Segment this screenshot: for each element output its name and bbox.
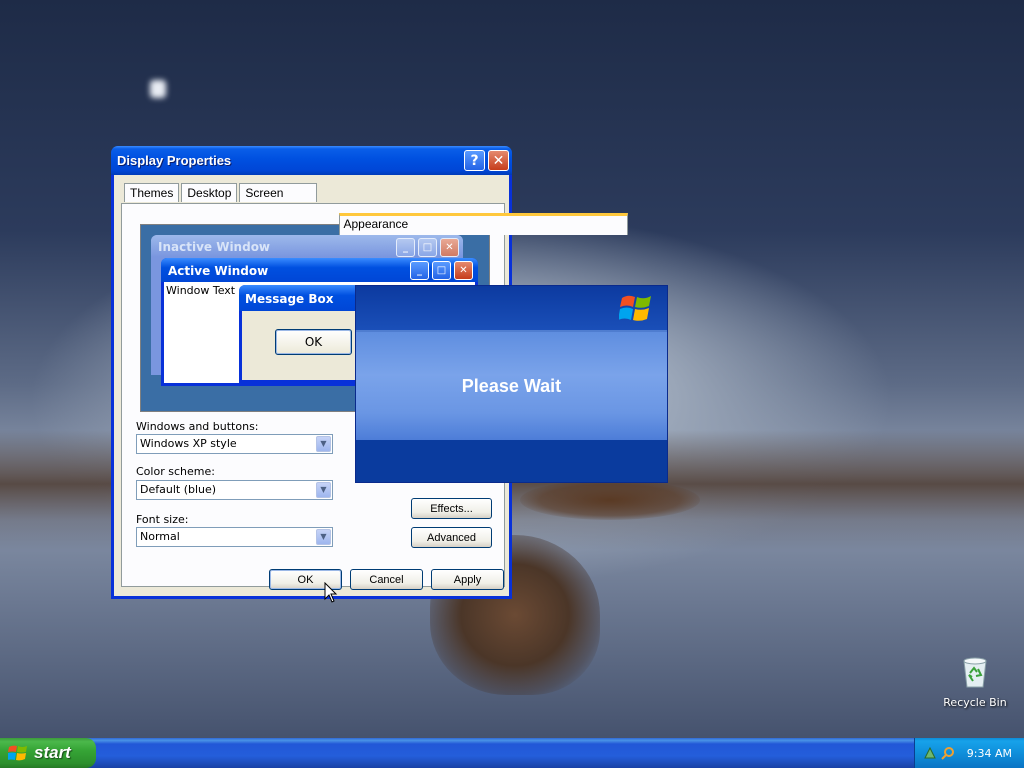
clock[interactable]: 9:34 AM — [967, 747, 1012, 760]
please-wait-text: Please Wait — [461, 375, 562, 396]
windows-buttons-select[interactable]: Windows XP style ▼ — [136, 434, 333, 454]
splash-footer — [356, 440, 667, 482]
maximize-icon: □ — [432, 261, 451, 280]
preview-inactive-title: Inactive Window — [158, 240, 271, 254]
preview-window-text: Window Text — [166, 284, 236, 297]
maximize-icon: □ — [418, 238, 437, 257]
effects-button[interactable]: Effects... — [411, 498, 492, 519]
close-icon: ✕ — [492, 152, 505, 169]
minimize-icon: _ — [396, 238, 415, 257]
windows-buttons-value: Windows XP style — [140, 437, 237, 450]
network-icon[interactable] — [923, 746, 937, 760]
windows-logo-icon — [619, 295, 651, 321]
recycle-bin[interactable]: Recycle Bin — [940, 655, 1010, 709]
apply-button[interactable]: Apply — [431, 569, 504, 590]
close-icon: ✕ — [440, 238, 459, 257]
start-label: start — [34, 743, 71, 762]
tab-desktop[interactable]: Desktop — [181, 183, 238, 202]
color-scheme-label: Color scheme: — [136, 465, 215, 478]
preview-active-title: Active Window — [168, 264, 269, 278]
font-size-label: Font size: — [136, 513, 189, 526]
advanced-button[interactable]: Advanced — [411, 527, 492, 548]
wallpaper-island — [520, 480, 700, 520]
color-scheme-select[interactable]: Default (blue) ▼ — [136, 480, 333, 500]
tab-screen-saver[interactable]: Screen Saver — [239, 183, 318, 219]
title-bar[interactable]: Display Properties ? ✕ — [111, 146, 512, 175]
tab-appearance[interactable]: Appearance — [339, 213, 629, 235]
search-icon[interactable] — [941, 746, 955, 760]
windows-buttons-label: Windows and buttons: — [136, 420, 259, 433]
splash-body: Please Wait — [356, 332, 667, 440]
recycle-bin-label: Recycle Bin — [943, 696, 1007, 709]
help-button[interactable]: ? — [464, 150, 485, 171]
recycle-bin-icon — [963, 657, 987, 688]
tab-strip: Themes Desktop Screen Saver Appearance — [124, 183, 629, 235]
tab-themes[interactable]: Themes — [124, 183, 180, 202]
minimize-icon: _ — [410, 261, 429, 280]
taskbar: start 9:34 AM — [0, 738, 1024, 768]
splash-header — [356, 286, 667, 332]
windows-logo-icon — [8, 745, 27, 761]
window-title: Display Properties — [117, 153, 232, 168]
preview-ok-button: OK — [275, 329, 352, 355]
color-scheme-value: Default (blue) — [140, 483, 217, 496]
chevron-down-icon[interactable]: ▼ — [316, 436, 331, 452]
help-icon: ? — [470, 152, 479, 169]
font-size-value: Normal — [140, 530, 180, 543]
system-tray: 9:34 AM — [914, 738, 1024, 768]
mouse-cursor-icon — [324, 582, 338, 603]
please-wait-dialog: Please Wait — [355, 285, 668, 483]
preview-msgbox-title: Message Box — [245, 292, 334, 306]
close-button[interactable]: ✕ — [488, 150, 509, 171]
start-button[interactable]: start — [0, 738, 96, 768]
close-icon: ✕ — [454, 261, 473, 280]
chevron-down-icon[interactable]: ▼ — [316, 482, 331, 498]
font-size-select[interactable]: Normal ▼ — [136, 527, 333, 547]
sky-light — [150, 80, 166, 98]
cancel-button[interactable]: Cancel — [350, 569, 423, 590]
chevron-down-icon[interactable]: ▼ — [316, 529, 331, 545]
